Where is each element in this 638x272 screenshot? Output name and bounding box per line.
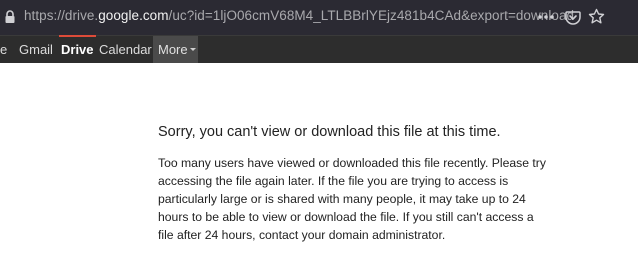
error-message: Too many users have viewed or downloaded… (158, 156, 546, 242)
pocket-icon[interactable] (565, 9, 581, 25)
chevron-down-icon (190, 48, 196, 51)
url-host: google.com (98, 8, 169, 23)
lock-icon[interactable] (4, 10, 16, 24)
star-icon[interactable] (588, 8, 605, 25)
url-path: /uc?id=1ljO06cmV68M4_LTLBBrlYEjz481b4CAd… (168, 8, 575, 23)
more-icon[interactable] (537, 9, 555, 25)
nav-item-partial[interactable]: e (0, 36, 7, 63)
nav-item-drive[interactable]: Drive (59, 35, 96, 63)
nav-item-calendar[interactable]: Calendar (99, 36, 152, 63)
error-title: Sorry, you can't view or download this f… (158, 124, 501, 140)
google-bar: e Gmail Drive Calendar More (0, 35, 638, 63)
nav-item-gmail[interactable]: Gmail (19, 36, 53, 63)
nav-more-label: More (158, 42, 188, 57)
url-prefix: https://drive. (24, 8, 99, 23)
nav-more-button[interactable]: More (153, 36, 198, 63)
url-field[interactable]: https://drive.google.com/uc?id=1ljO06cmV… (24, 8, 574, 23)
browser-url-bar: https://drive.google.com/uc?id=1ljO06cmV… (0, 0, 638, 35)
